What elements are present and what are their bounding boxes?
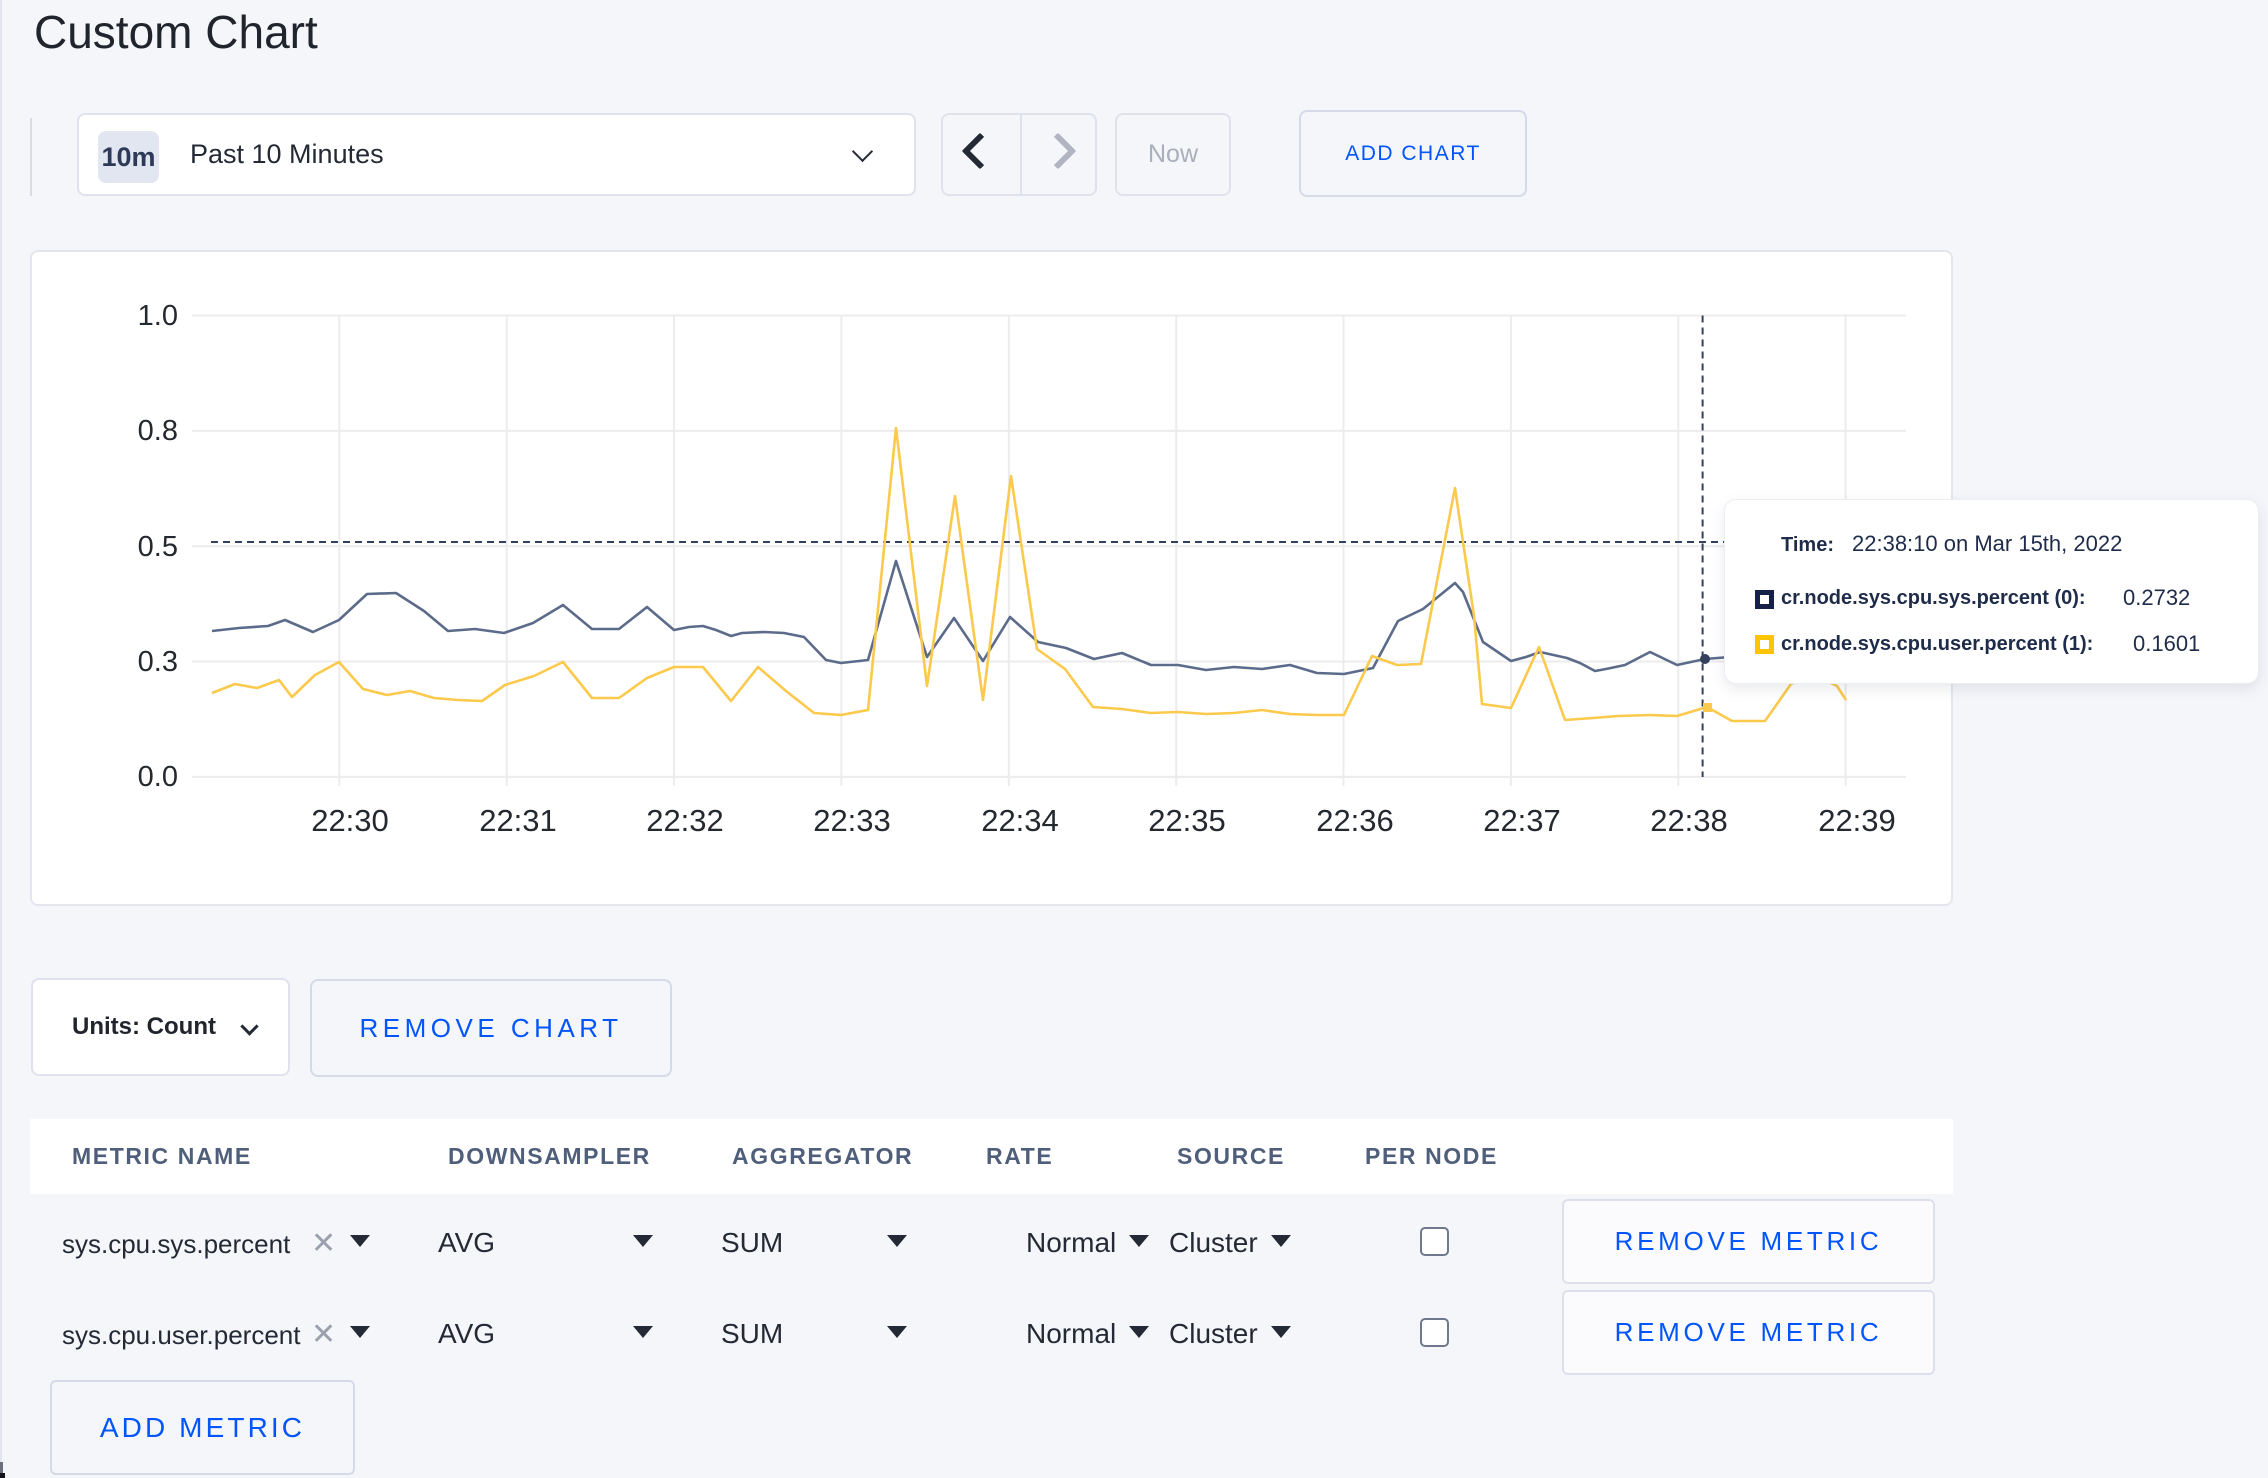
- svg-text:22:34: 22:34: [981, 803, 1059, 838]
- svg-text:22:32: 22:32: [646, 803, 724, 838]
- svg-text:1.0: 1.0: [138, 300, 178, 332]
- svg-text:22:37: 22:37: [1483, 803, 1561, 838]
- svg-text:22:30: 22:30: [311, 803, 389, 838]
- svg-text:22:36: 22:36: [1316, 803, 1394, 838]
- svg-text:0.8: 0.8: [138, 415, 178, 447]
- svg-text:22:35: 22:35: [1148, 803, 1226, 838]
- svg-text:0.5: 0.5: [138, 531, 178, 563]
- svg-text:0.3: 0.3: [138, 646, 178, 678]
- svg-text:0.0: 0.0: [138, 761, 178, 793]
- svg-text:22:31: 22:31: [479, 803, 557, 838]
- svg-text:22:39: 22:39: [1818, 803, 1896, 838]
- svg-text:22:33: 22:33: [813, 803, 891, 838]
- svg-text:22:38: 22:38: [1650, 803, 1728, 838]
